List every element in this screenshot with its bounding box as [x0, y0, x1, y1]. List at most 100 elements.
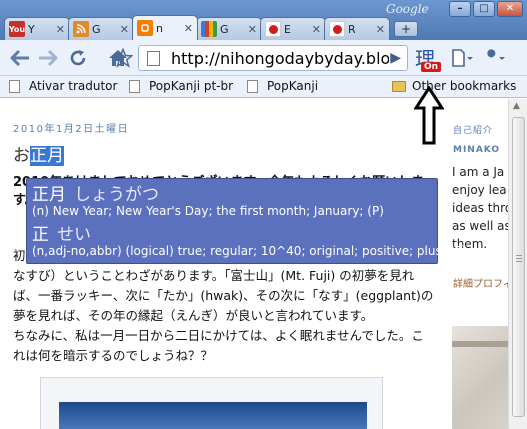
post-line-5: ば、一番ラッキー、次に「たか」(hwak)、その次に「なす」(eggplant)…: [13, 288, 434, 303]
settings-wrench-button[interactable]: [482, 46, 506, 70]
blogger-icon: [137, 20, 153, 36]
other-bookmarks-folder[interactable]: Other bookmarks: [392, 79, 516, 93]
post-line-6: 夢を見れば、その年の縁起（えんぎ）が良いと言われています。: [13, 308, 374, 323]
bookmark-popkanji-ptbr[interactable]: PopKanji pt-br: [129, 79, 233, 93]
scroll-up-icon[interactable]: ▲: [513, 101, 520, 111]
tab-title: E: [284, 22, 291, 36]
tab-blogger-active[interactable]: n ✕: [132, 15, 198, 40]
window-controls: – □ ✕: [449, 1, 523, 17]
popup-word-2: 正: [32, 225, 49, 245]
bookmark-star-icon[interactable]: [113, 48, 133, 68]
maximize-button[interactable]: □: [473, 1, 495, 17]
navigation-toolbar: http://nihongodaybyday.blo ▶: [0, 40, 527, 76]
tab-google[interactable]: G ✕: [196, 17, 262, 40]
post-date: 2010年1月2日土曜日: [13, 124, 130, 135]
tab-reader[interactable]: G ✕: [68, 17, 134, 40]
profile-heading: 自己紹介: [453, 126, 494, 136]
image-stripe: [452, 341, 512, 347]
tab-r[interactable]: R ✕: [324, 17, 390, 40]
popup-entry-1: 正月 しょうがつ: [32, 180, 159, 205]
tab-e[interactable]: E ✕: [260, 17, 326, 40]
tab-title: R: [348, 22, 356, 36]
tab-title: Y: [28, 22, 35, 36]
close-icon[interactable]: ✕: [56, 23, 65, 36]
bookmark-label: PopKanji pt-br: [149, 79, 234, 93]
popup-entry-2: 正せい: [32, 220, 91, 245]
vertical-scrollbar[interactable]: ▲: [508, 99, 527, 429]
page-icon: [9, 79, 20, 93]
post-photo[interactable]: [40, 377, 383, 429]
page-icon: [147, 51, 160, 66]
youtube-icon: You: [9, 21, 25, 37]
browser-brand: Google: [386, 2, 429, 16]
sidebar-image[interactable]: [452, 326, 512, 429]
close-icon[interactable]: ✕: [120, 23, 129, 36]
popup-reading-2: せい: [57, 225, 91, 245]
wrench-icon: [486, 49, 505, 64]
go-arrow-icon[interactable]: ▶: [390, 50, 401, 66]
minimize-button[interactable]: –: [449, 1, 471, 17]
scroll-thumb[interactable]: [512, 117, 525, 417]
title-prefix: お: [13, 146, 30, 166]
bookmark-label: PopKanji: [267, 79, 319, 93]
tab-strip: You Y ✕ G ✕ n ✕ G ✕ E ✕ R ✕ +: [4, 15, 418, 40]
back-arrow-icon: [10, 50, 29, 66]
extension-on-badge: On: [421, 62, 442, 72]
annotation-up-arrow-icon: [414, 86, 444, 145]
bookmark-label: Ativar tradutor: [29, 79, 118, 93]
post-line-8: れは何を暗示するのでしょうね？？: [13, 348, 214, 363]
profile-line-4: as well as: [452, 219, 511, 233]
full-profile-link[interactable]: 詳細プロフィ: [453, 275, 513, 290]
profile-line-2: enjoy lea: [452, 183, 507, 197]
google-icon: [201, 21, 217, 37]
photo-sky: [59, 402, 367, 429]
forward-arrow-icon: [39, 50, 58, 66]
bookmark-ativar-tradutor[interactable]: Ativar tradutor: [9, 79, 117, 93]
rss-icon: [73, 21, 89, 37]
page-icon: [129, 79, 140, 93]
grip-line: [516, 261, 522, 262]
folder-icon: [392, 80, 406, 92]
reload-icon: [70, 50, 86, 66]
post-line-4: なすび）ということわざがあります。「富士山」(Mt. Fuji) の初夢を見れ: [13, 268, 415, 283]
popup-reading-1: しょうがつ: [74, 185, 159, 205]
bookmarks-bar: Ativar tradutor PopKanji pt-br PopKanji …: [0, 76, 527, 98]
japan-flag-icon: [265, 21, 281, 37]
tab-youtube[interactable]: You Y ✕: [4, 17, 70, 40]
close-icon[interactable]: ✕: [376, 23, 385, 36]
back-button[interactable]: [8, 46, 32, 70]
close-icon[interactable]: ✕: [248, 23, 257, 36]
close-window-button[interactable]: ✕: [497, 1, 523, 17]
post-title: お正月: [13, 141, 64, 166]
title-highlight[interactable]: 正月: [30, 146, 64, 166]
close-icon[interactable]: ✕: [312, 23, 321, 36]
url-text[interactable]: http://nihongodaybyday.blo: [171, 49, 389, 68]
page-content: 2010年1月2日土曜日 お正月 2010年あけましておめでとうございます。今年…: [0, 99, 527, 429]
close-icon[interactable]: ✕: [184, 22, 193, 35]
reload-button[interactable]: [66, 46, 90, 70]
popup-word-1: 正月: [32, 185, 66, 205]
page-icon: [247, 79, 258, 93]
japan-flag-icon: [329, 21, 345, 37]
grip-line: [516, 255, 522, 256]
address-bar[interactable]: http://nihongodaybyday.blo ▶: [113, 45, 408, 71]
page-menu-icon: [452, 49, 473, 67]
profile-line-1: I am a Ja: [452, 165, 505, 179]
forward-button[interactable]: [36, 46, 60, 70]
popup-definition-1: (n) New Year; New Year's Day; the first …: [32, 204, 384, 218]
grip-line: [516, 258, 522, 259]
bookmark-popkanji[interactable]: PopKanji: [247, 79, 318, 93]
post-line-3: 初: [13, 248, 26, 263]
title-bar: Google – □ ✕ You Y ✕ G ✕ n ✕ G ✕ E ✕ R ✕…: [0, 0, 527, 40]
tab-title: G: [92, 22, 101, 36]
dictionary-popup: 正月 しょうがつ (n) New Year; New Year's Day; th…: [26, 178, 466, 264]
tab-title: G: [220, 22, 229, 36]
tab-title: n: [156, 21, 163, 35]
rikaikun-extension-button[interactable]: 理 On: [413, 43, 443, 75]
profile-name[interactable]: MINAKO: [453, 145, 500, 155]
new-tab-button[interactable]: +: [394, 21, 418, 37]
profile-line-3: ideas thro: [452, 201, 513, 215]
popup-definition-2: (n,adj-no,abbr) (logical) true; regular;…: [32, 244, 467, 258]
post-line-7: ちなみに、私は一月一日から二日にかけては、よく眠れませんでした。こ: [13, 328, 424, 343]
page-menu-button[interactable]: [450, 46, 474, 70]
